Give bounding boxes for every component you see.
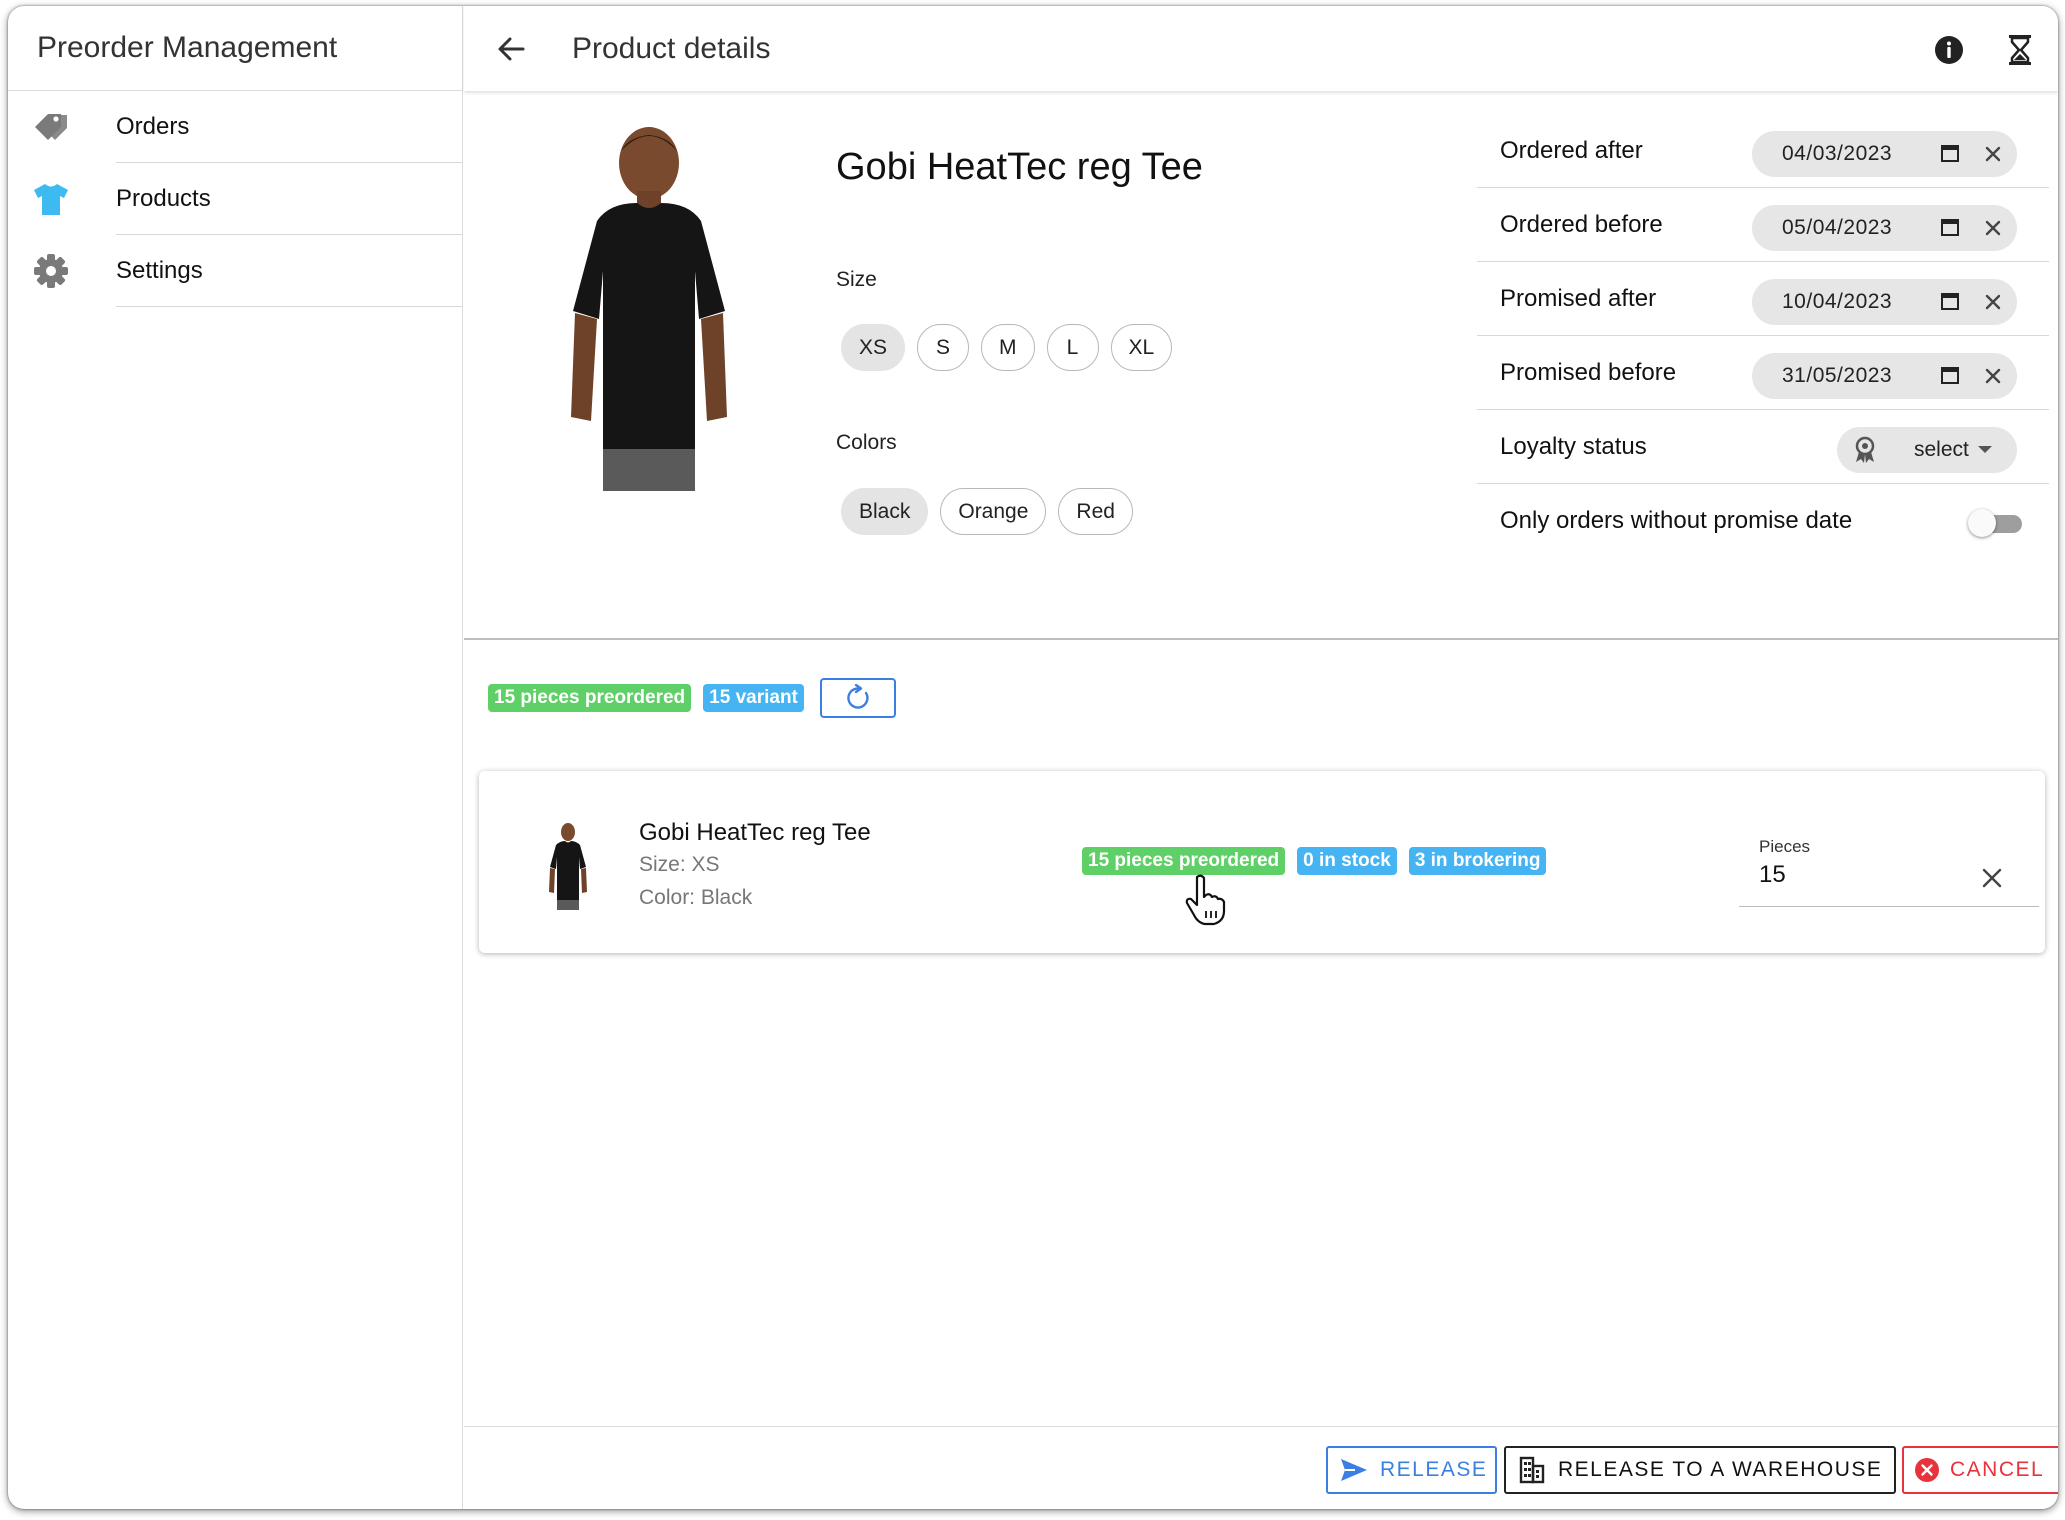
app-window: Preorder Management Orders Products Sett… [8,6,2058,1509]
shirt-icon [30,178,72,220]
filter-promised-after: Promised after 10/04/2023 [1477,262,2049,336]
cancel-button[interactable]: CANCEL [1902,1446,2058,1494]
date-value: 10/04/2023 [1782,290,1893,313]
filter-label: Ordered after [1500,136,1643,164]
ordered-before-datetime[interactable]: 05/04/2023 [1752,205,2017,251]
promised-before-datetime[interactable]: 31/05/2023 [1752,353,2017,399]
pieces-input[interactable]: 15 [1759,861,1786,889]
filter-list: Ordered after 04/03/2023 Ordered before … [1477,114,2049,558]
sidebar-item-orders[interactable]: Orders [8,91,462,163]
toolbar: Product details [464,6,2058,91]
color-chip-group: Black Orange Red [841,488,1133,535]
caret-down-icon [1978,446,1992,453]
close-icon[interactable] [1982,217,2004,239]
variant-badges: 15 pieces preordered 0 in stock 3 in bro… [1082,847,1547,875]
sidebar: Preorder Management Orders Products Sett… [8,6,463,1509]
filter-no-promise-date: Only orders without promise date [1477,484,2049,558]
filter-label: Loyalty status [1500,432,1647,460]
main-panel: Product details Gobi HeatTec reg Tee Siz… [464,6,2058,1509]
promised-after-datetime[interactable]: 10/04/2023 [1752,279,2017,325]
release-to-warehouse-label: RELEASE TO A WAREHOUSE [1558,1458,1883,1481]
color-chip-red[interactable]: Red [1058,488,1133,535]
variant-count-badge: 15 variant [703,684,804,712]
filter-loyalty-status: Loyalty status select [1477,410,2049,484]
size-chip-xs[interactable]: XS [841,324,906,371]
product-title: Gobi HeatTec reg Tee [836,146,1203,188]
pieces-label: Pieces [1759,837,1811,856]
release-label: RELEASE [1380,1458,1488,1481]
arrow-back-icon [498,37,525,61]
page-title: Product details [572,31,771,65]
business-icon [1516,1456,1548,1484]
ordered-after-datetime[interactable]: 04/03/2023 [1752,131,2017,177]
size-chip-l[interactable]: L [1046,324,1099,371]
filter-label: Ordered before [1500,210,1663,238]
filter-label: Promised before [1500,358,1677,386]
release-button[interactable]: RELEASE [1326,1446,1497,1494]
color-chip-black[interactable]: Black [841,488,929,535]
back-button[interactable] [494,32,528,66]
hourglass-icon[interactable] [2002,32,2038,68]
loyalty-status-select[interactable]: select [1837,427,2017,473]
product-image [549,121,749,491]
preordered-badge: 15 pieces preordered [488,684,692,712]
loyalty-status-value: select [1914,438,1969,461]
variant-stock-badge: 0 in stock [1297,847,1397,875]
no-promise-date-toggle[interactable] [1968,508,2024,538]
cancel-label: CANCEL [1950,1458,2045,1481]
size-label: Size [836,268,877,291]
settings-icon [30,250,72,292]
calendar-icon [1941,367,1959,384]
send-icon [1338,1456,1370,1484]
filter-promised-before: Promised before 31/05/2023 [1477,336,2049,410]
sidebar-item-label: Products [116,163,462,235]
calendar-icon [1941,293,1959,310]
filter-ordered-before: Ordered before 05/04/2023 [1477,188,2049,262]
hand-pointer-icon [1185,874,1226,926]
app-title: Preorder Management [8,6,462,91]
size-chip-xl[interactable]: XL [1110,324,1173,371]
filter-ordered-after: Ordered after 04/03/2023 [1477,114,2049,188]
refresh-button[interactable] [819,678,896,718]
close-icon[interactable] [1979,865,2005,891]
filter-label: Only orders without promise date [1500,507,1853,534]
size-chip-s[interactable]: S [917,324,970,371]
date-value: 31/05/2023 [1782,364,1893,387]
calendar-icon [1941,145,1959,162]
close-icon[interactable] [1982,143,2004,165]
footer-actions: RELEASE RELEASE TO A WAREHOUSE CANCEL [464,1426,2058,1509]
color-chip-orange[interactable]: Orange [940,488,1047,535]
close-icon[interactable] [1982,365,2004,387]
date-value: 04/03/2023 [1782,142,1893,165]
ribbon-icon [1855,436,1875,463]
toggle-knob [1968,509,1996,537]
information-icon[interactable] [1931,32,1967,68]
size-chip-group: XS S M L XL [841,324,1173,371]
size-chip-m[interactable]: M [981,324,1035,371]
variant-size: Size: XS [639,853,720,876]
variant-name: Gobi HeatTec reg Tee [639,819,871,846]
sidebar-item-settings[interactable]: Settings [8,235,462,307]
summary-row: 15 pieces preordered 15 variant [488,678,896,718]
sidebar-item-label: Orders [116,91,462,163]
pieces-input-underline [1739,906,2039,907]
release-to-warehouse-button[interactable]: RELEASE TO A WAREHOUSE [1504,1446,1896,1494]
variant-color: Color: Black [639,886,753,909]
pricetags-icon [30,106,72,148]
refresh-icon [847,684,869,709]
colors-label: Colors [836,431,897,454]
variant-card[interactable]: Gobi HeatTec reg Tee Size: XS Color: Bla… [479,771,2045,953]
close-circle-icon [1914,1456,1940,1484]
date-value: 05/04/2023 [1782,216,1893,239]
sidebar-item-products[interactable]: Products [8,163,462,235]
calendar-icon [1941,219,1959,236]
variant-brokering-badge: 3 in brokering [1408,847,1547,875]
variant-thumbnail [544,821,592,911]
section-divider [464,638,2058,640]
filter-label: Promised after [1500,284,1657,312]
close-icon[interactable] [1982,291,2004,313]
sidebar-item-label: Settings [116,235,462,307]
